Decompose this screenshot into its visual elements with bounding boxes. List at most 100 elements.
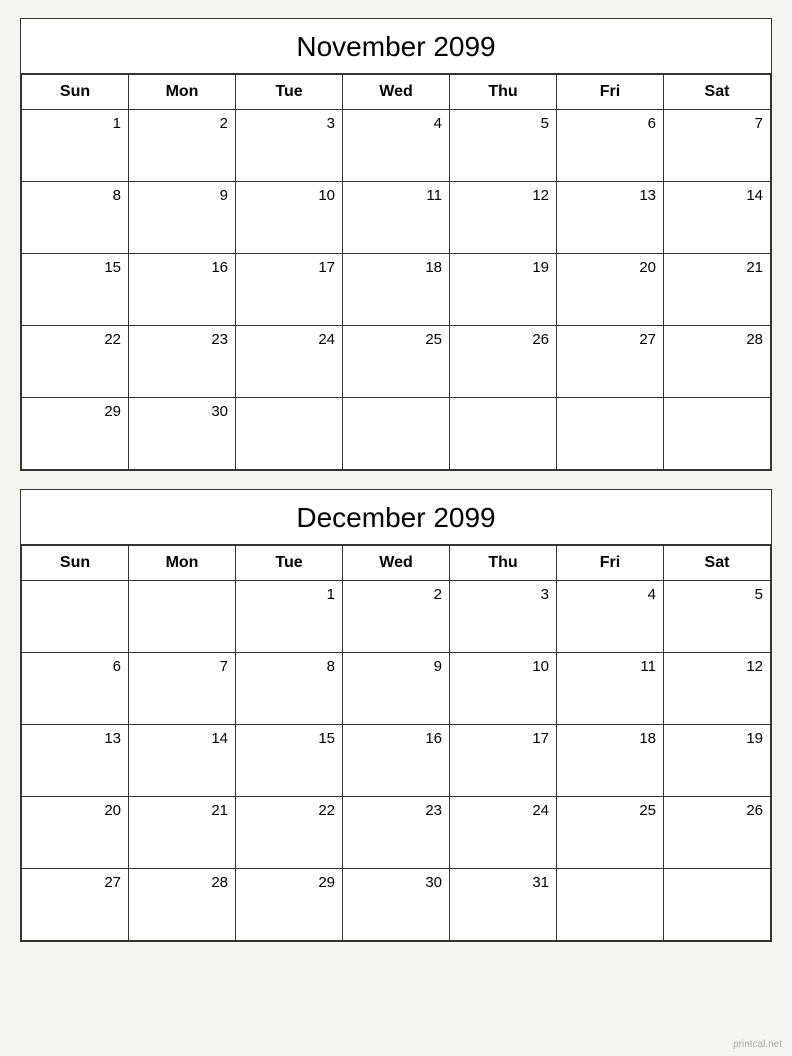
calendar-day[interactable]: 14 — [129, 725, 236, 797]
november-grid: Sun Mon Tue Wed Thu Fri Sat 123456789101… — [21, 74, 771, 470]
nov-col-sat: Sat — [664, 75, 771, 110]
calendar-day[interactable]: 23 — [129, 326, 236, 398]
calendar-day[interactable]: 17 — [450, 725, 557, 797]
december-header-row: Sun Mon Tue Wed Thu Fri Sat — [22, 546, 771, 581]
calendar-day[interactable]: 1 — [22, 110, 129, 182]
calendar-day[interactable] — [557, 869, 664, 941]
calendar-day[interactable]: 9 — [343, 653, 450, 725]
calendar-day[interactable]: 22 — [236, 797, 343, 869]
calendar-day[interactable]: 1 — [236, 581, 343, 653]
calendar-day[interactable]: 9 — [129, 182, 236, 254]
calendar-day[interactable]: 31 — [450, 869, 557, 941]
calendar-day[interactable] — [557, 398, 664, 470]
calendar-day[interactable] — [236, 398, 343, 470]
calendar-day[interactable]: 5 — [450, 110, 557, 182]
calendar-day[interactable]: 30 — [129, 398, 236, 470]
calendar-day[interactable]: 10 — [450, 653, 557, 725]
calendar-day[interactable]: 18 — [343, 254, 450, 326]
calendar-day[interactable]: 11 — [343, 182, 450, 254]
calendar-day[interactable]: 23 — [343, 797, 450, 869]
december-grid: Sun Mon Tue Wed Thu Fri Sat 123456789101… — [21, 545, 771, 941]
calendar-day[interactable]: 26 — [450, 326, 557, 398]
calendar-day[interactable]: 15 — [236, 725, 343, 797]
calendar-day[interactable]: 18 — [557, 725, 664, 797]
table-row: 13141516171819 — [22, 725, 771, 797]
calendar-day[interactable] — [664, 869, 771, 941]
november-title: November 2099 — [21, 19, 771, 74]
calendar-day[interactable]: 7 — [664, 110, 771, 182]
calendar-day[interactable]: 8 — [236, 653, 343, 725]
calendar-day[interactable]: 16 — [343, 725, 450, 797]
dec-col-tue: Tue — [236, 546, 343, 581]
calendar-day[interactable]: 30 — [343, 869, 450, 941]
calendar-day[interactable]: 27 — [22, 869, 129, 941]
dec-col-fri: Fri — [557, 546, 664, 581]
table-row: 2930 — [22, 398, 771, 470]
calendar-day[interactable]: 29 — [22, 398, 129, 470]
calendar-day[interactable]: 24 — [236, 326, 343, 398]
calendar-day[interactable]: 28 — [129, 869, 236, 941]
nov-col-mon: Mon — [129, 75, 236, 110]
calendar-day[interactable]: 4 — [557, 581, 664, 653]
calendar-day[interactable] — [129, 581, 236, 653]
calendar-day[interactable]: 16 — [129, 254, 236, 326]
december-title: December 2099 — [21, 490, 771, 545]
calendar-day[interactable]: 13 — [557, 182, 664, 254]
calendar-day[interactable]: 6 — [22, 653, 129, 725]
calendar-day[interactable] — [450, 398, 557, 470]
calendar-day[interactable]: 19 — [664, 725, 771, 797]
calendar-day[interactable] — [664, 398, 771, 470]
table-row: 1234567 — [22, 110, 771, 182]
november-body: 1234567891011121314151617181920212223242… — [22, 110, 771, 470]
dec-col-mon: Mon — [129, 546, 236, 581]
calendar-day[interactable]: 25 — [343, 326, 450, 398]
calendar-day[interactable]: 7 — [129, 653, 236, 725]
calendar-day[interactable]: 24 — [450, 797, 557, 869]
calendar-day[interactable]: 12 — [664, 653, 771, 725]
nov-col-tue: Tue — [236, 75, 343, 110]
table-row: 20212223242526 — [22, 797, 771, 869]
calendar-day[interactable]: 3 — [450, 581, 557, 653]
table-row: 22232425262728 — [22, 326, 771, 398]
november-calendar: November 2099 Sun Mon Tue Wed Thu Fri Sa… — [20, 18, 772, 471]
calendar-day[interactable]: 20 — [557, 254, 664, 326]
calendar-day[interactable]: 5 — [664, 581, 771, 653]
calendar-day[interactable]: 12 — [450, 182, 557, 254]
calendar-day[interactable]: 14 — [664, 182, 771, 254]
nov-col-sun: Sun — [22, 75, 129, 110]
calendar-day[interactable] — [343, 398, 450, 470]
calendar-day[interactable]: 4 — [343, 110, 450, 182]
calendar-day[interactable]: 28 — [664, 326, 771, 398]
nov-col-thu: Thu — [450, 75, 557, 110]
calendar-day[interactable]: 22 — [22, 326, 129, 398]
calendar-day[interactable] — [22, 581, 129, 653]
calendar-day[interactable]: 15 — [22, 254, 129, 326]
calendar-day[interactable]: 29 — [236, 869, 343, 941]
watermark: printcal.net — [733, 1039, 782, 1050]
calendar-day[interactable]: 8 — [22, 182, 129, 254]
table-row: 12345 — [22, 581, 771, 653]
dec-col-wed: Wed — [343, 546, 450, 581]
calendar-day[interactable]: 6 — [557, 110, 664, 182]
calendar-day[interactable]: 21 — [664, 254, 771, 326]
december-body: 1234567891011121314151617181920212223242… — [22, 581, 771, 941]
november-header-row: Sun Mon Tue Wed Thu Fri Sat — [22, 75, 771, 110]
dec-col-sat: Sat — [664, 546, 771, 581]
calendar-day[interactable]: 27 — [557, 326, 664, 398]
calendar-day[interactable]: 11 — [557, 653, 664, 725]
nov-col-fri: Fri — [557, 75, 664, 110]
calendar-day[interactable]: 26 — [664, 797, 771, 869]
calendar-day[interactable]: 17 — [236, 254, 343, 326]
calendar-day[interactable]: 19 — [450, 254, 557, 326]
calendar-day[interactable]: 2 — [343, 581, 450, 653]
december-calendar: December 2099 Sun Mon Tue Wed Thu Fri Sa… — [20, 489, 772, 942]
calendar-day[interactable]: 13 — [22, 725, 129, 797]
calendar-day[interactable]: 2 — [129, 110, 236, 182]
calendar-day[interactable]: 3 — [236, 110, 343, 182]
calendar-day[interactable]: 25 — [557, 797, 664, 869]
calendar-day[interactable]: 10 — [236, 182, 343, 254]
table-row: 891011121314 — [22, 182, 771, 254]
table-row: 6789101112 — [22, 653, 771, 725]
calendar-day[interactable]: 21 — [129, 797, 236, 869]
calendar-day[interactable]: 20 — [22, 797, 129, 869]
